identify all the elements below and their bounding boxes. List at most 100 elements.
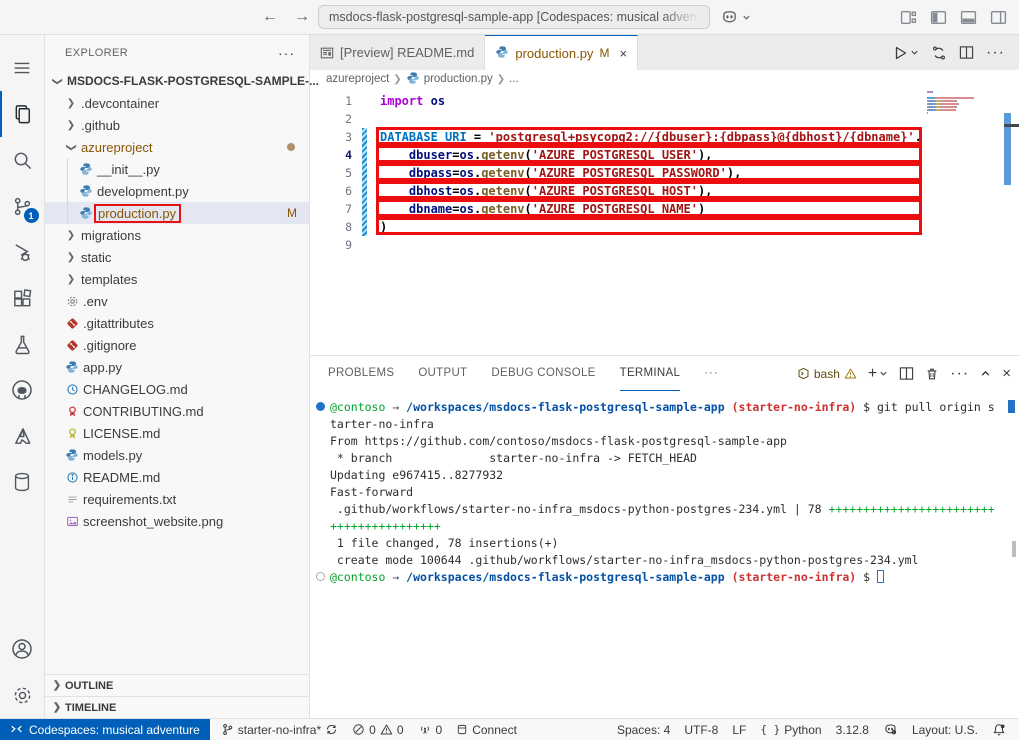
activity-bar-explorer[interactable] — [0, 91, 45, 137]
tree-item-models-py[interactable]: models.py — [45, 444, 309, 466]
back-arrow-icon[interactable]: ← — [262, 8, 278, 26]
tree-item-azureproject[interactable]: ❯azureproject — [45, 136, 309, 158]
command-pending-decoration[interactable] — [316, 572, 325, 581]
terminal-line-8: ++++++++++++++++ — [316, 518, 1019, 535]
split-terminal-button[interactable] — [899, 366, 914, 381]
tree-item-requirements-txt[interactable]: requirements.txt — [45, 488, 309, 510]
chevron-right-icon: ❯ — [63, 230, 79, 241]
tree-item-app-py[interactable]: app.py — [45, 356, 309, 378]
code-line-4[interactable]: 4 dbuser=os.getenv('AZURE_POSTGRESQL_USE… — [310, 146, 1019, 164]
code-line-9[interactable]: 9 — [310, 236, 1019, 254]
more-actions-button[interactable]: ··· — [986, 44, 1005, 62]
tree-root-msdocs-flask-postgresql-sample-[interactable]: ❯MSDOCS-FLASK-POSTGRESQL-SAMPLE-... — [45, 70, 309, 92]
tree-item--devcontainer[interactable]: ❯.devcontainer — [45, 92, 309, 114]
eol-indicator[interactable]: LF — [725, 719, 753, 740]
indentation-indicator[interactable]: Spaces: 4 — [610, 719, 677, 740]
tree-item-screenshot-website-png[interactable]: screenshot_website.png — [45, 510, 309, 532]
tree-item-migrations[interactable]: ❯migrations — [45, 224, 309, 246]
tree-item-development-py[interactable]: development.py — [45, 180, 309, 202]
tree-item-license-md[interactable]: LICENSE.md — [45, 422, 309, 444]
outline-section[interactable]: ❯OUTLINE — [45, 674, 309, 696]
terminal-output[interactable]: @contoso → /workspaces/msdocs-flask-post… — [310, 391, 1019, 718]
command-success-decoration[interactable] — [316, 402, 325, 411]
open-changes-button[interactable] — [931, 45, 947, 61]
timeline-section[interactable]: ❯TIMELINE — [45, 696, 309, 718]
more-icon[interactable]: ··· — [950, 365, 969, 383]
keyboard-layout-indicator[interactable]: Layout: U.S. — [905, 719, 985, 740]
toggle-secondary-sidebar-icon[interactable] — [990, 9, 1007, 26]
copilot-status[interactable]: ! — [876, 719, 905, 740]
branch-indicator[interactable]: starter-no-infra* — [214, 719, 345, 740]
connect-indicator[interactable]: Connect — [449, 719, 524, 740]
toggle-panel-icon[interactable] — [960, 9, 977, 26]
git-modified-dot — [287, 143, 295, 151]
chevron-down-icon[interactable] — [879, 369, 888, 378]
run-dropdown-chevron-icon[interactable] — [910, 48, 919, 57]
code-line-7[interactable]: 7 dbname=os.getenv('AZURE_POSTGRESQL_NAM… — [310, 200, 1019, 218]
activity-bar-accounts[interactable] — [0, 626, 45, 672]
tree-item-templates[interactable]: ❯templates — [45, 268, 309, 290]
activity-bar-database[interactable] — [0, 459, 45, 505]
panel-tabs-overflow[interactable]: ··· — [704, 356, 719, 391]
tree-item--gitignore[interactable]: .gitignore — [45, 334, 309, 356]
breadcrumb-symbol[interactable]: ... — [509, 73, 519, 85]
explorer-more-actions-icon[interactable]: ··· — [278, 45, 295, 61]
notifications-bell[interactable] — [985, 719, 1013, 740]
split-editor-button[interactable] — [959, 45, 974, 60]
terminal-instance-bash[interactable]: bash — [797, 367, 857, 381]
tree-item-contributing-md[interactable]: CONTRIBUTING.md — [45, 400, 309, 422]
activity-bar-source-control[interactable]: 1 — [0, 183, 45, 229]
activity-bar-azure[interactable] — [0, 413, 45, 459]
code-line-5[interactable]: 5 dbpass=os.getenv('AZURE_POSTGRESQL_PAS… — [310, 164, 1019, 182]
activity-bar-run-debug[interactable] — [0, 229, 45, 275]
ports-indicator[interactable]: 0 — [411, 719, 450, 740]
tree-item-production-py[interactable]: production.pyM — [45, 202, 309, 224]
minimap[interactable] — [925, 88, 1004, 355]
activity-bar: 1 — [0, 35, 45, 718]
code-line-2[interactable]: 2 — [310, 110, 1019, 128]
tree-item-readme-md[interactable]: README.md — [45, 466, 309, 488]
code-line-1[interactable]: 1import os — [310, 92, 1019, 110]
close-tab-icon[interactable]: × — [619, 46, 627, 61]
customize-layout-icon[interactable] — [900, 9, 917, 26]
code-line-3[interactable]: 3DATABASE_URI = 'postgresql+psycopg2://{… — [310, 128, 1019, 146]
code-line-6[interactable]: 6 dbhost=os.getenv('AZURE_POSTGRESQL_HOS… — [310, 182, 1019, 200]
command-center[interactable]: msdocs-flask-postgresql-sample-app [Code… — [318, 5, 710, 29]
close-panel-icon[interactable]: × — [1002, 365, 1011, 382]
encoding-indicator[interactable]: UTF-8 — [677, 719, 725, 740]
activity-bar-github[interactable] — [0, 367, 45, 413]
breadcrumb-folder[interactable]: azureproject — [326, 73, 389, 85]
toggle-primary-sidebar-icon[interactable] — [930, 9, 947, 26]
problems-indicator[interactable]: 0 0 — [345, 719, 410, 740]
tab-problems[interactable]: PROBLEMS — [328, 356, 394, 391]
new-terminal-button[interactable]: + — [868, 365, 877, 383]
tree-item--github[interactable]: ❯.github — [45, 114, 309, 136]
remote-indicator[interactable]: Codespaces: musical adventure — [0, 719, 210, 740]
tree-item--init-py[interactable]: __init__.py — [45, 158, 309, 180]
tab-terminal[interactable]: TERMINAL — [620, 356, 681, 391]
tree-item-changelog-md[interactable]: CHANGELOG.md — [45, 378, 309, 400]
code-line-8[interactable]: 8) — [310, 218, 1019, 236]
activity-bar-extensions[interactable] — [0, 275, 45, 321]
tree-item--env[interactable]: .env — [45, 290, 309, 312]
activity-bar-settings[interactable] — [0, 672, 45, 718]
maximize-panel-icon[interactable] — [980, 368, 991, 379]
python-version-indicator[interactable]: 3.12.8 — [829, 719, 876, 740]
tab-production-py[interactable]: production.py M × — [485, 35, 638, 70]
tab-preview-readme[interactable]: [Preview] README.md — [310, 35, 485, 70]
copilot-menu[interactable] — [720, 8, 751, 27]
tab-output[interactable]: OUTPUT — [418, 356, 467, 391]
breadcrumb-file[interactable]: production.py — [424, 73, 493, 85]
command-center-text: msdocs-flask-postgresql-sample-app [Code… — [329, 10, 699, 24]
language-indicator[interactable]: { }Python — [753, 719, 828, 740]
code-editor[interactable]: 1import os23DATABASE_URI = 'postgresql+p… — [310, 88, 1019, 355]
tab-debug-console[interactable]: DEBUG CONSOLE — [491, 356, 595, 391]
activity-bar-testing[interactable] — [0, 321, 45, 367]
tree-item-static[interactable]: ❯static — [45, 246, 309, 268]
tree-item--gitattributes[interactable]: .gitattributes — [45, 312, 309, 334]
trash-icon[interactable] — [925, 367, 939, 381]
forward-arrow-icon[interactable]: → — [294, 8, 310, 26]
run-button[interactable] — [892, 45, 908, 61]
activity-bar-search[interactable] — [0, 137, 45, 183]
activity-bar-menu[interactable] — [0, 45, 45, 91]
